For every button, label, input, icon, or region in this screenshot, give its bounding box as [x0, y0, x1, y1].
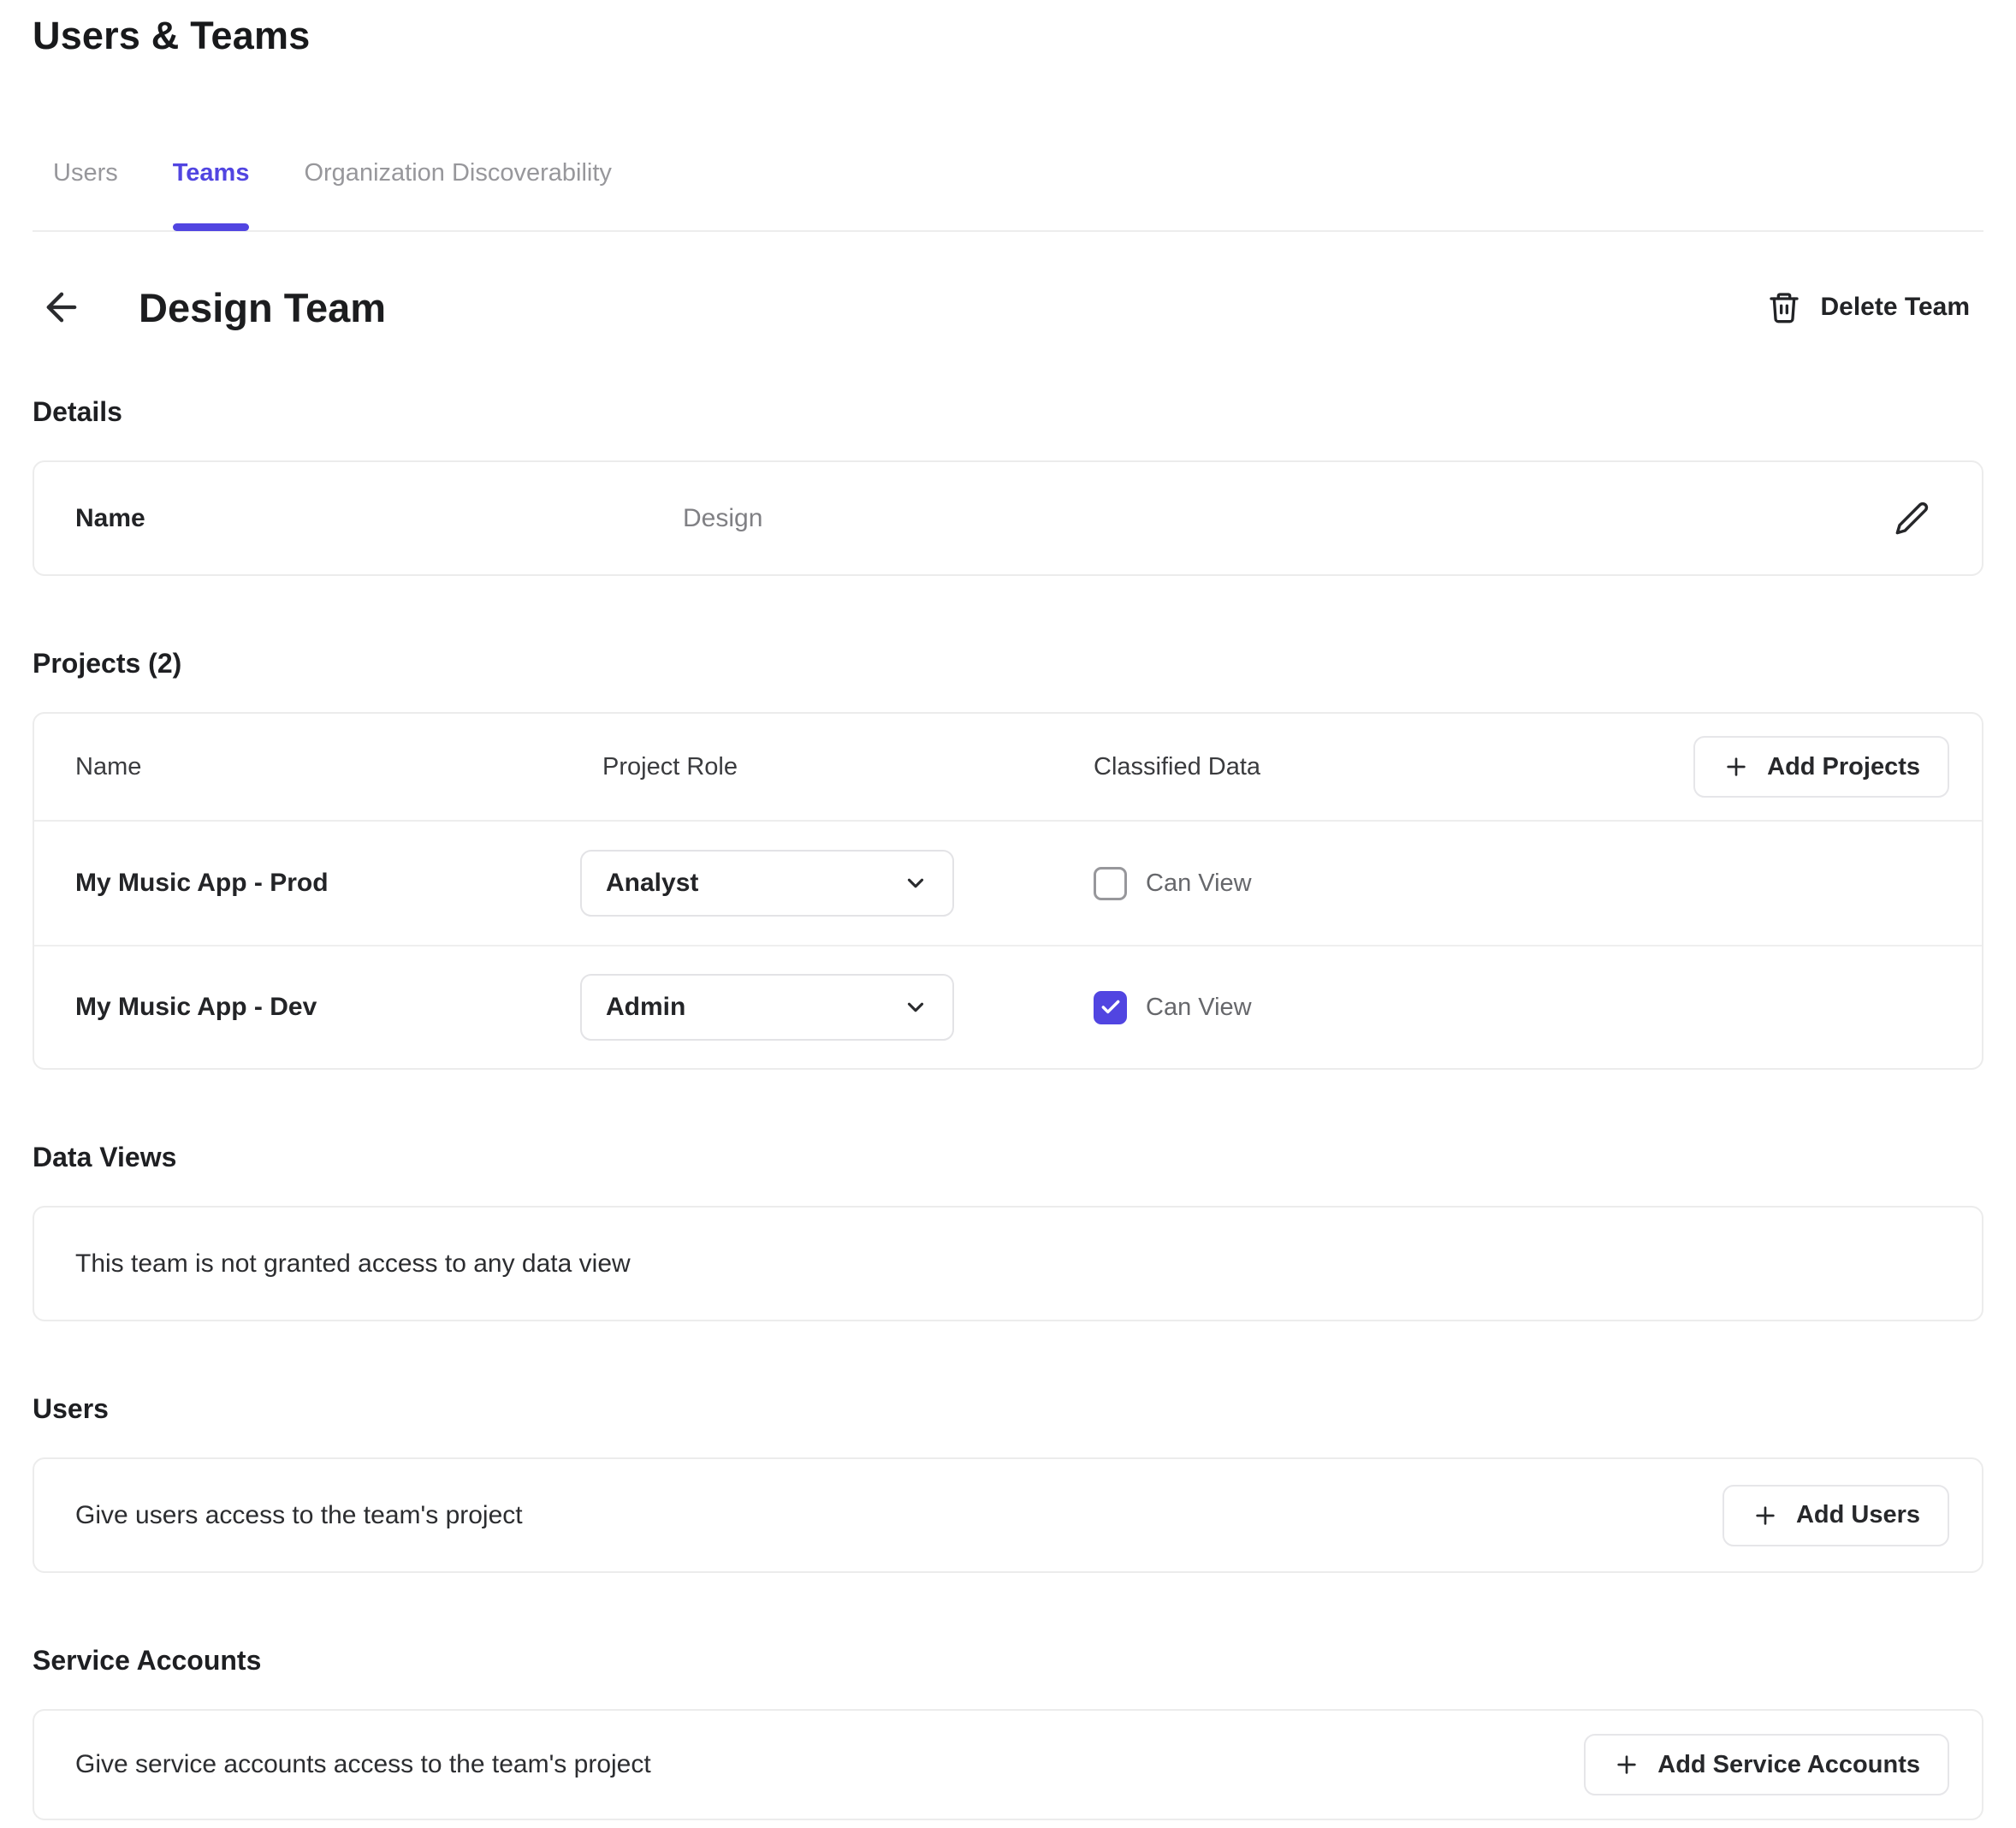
users-description: Give users access to the team's project [75, 1501, 1722, 1530]
delete-team-label: Delete Team [1820, 293, 1970, 322]
service-accounts-heading: Service Accounts [33, 1645, 1983, 1677]
chevron-down-icon [903, 994, 928, 1020]
edit-name-button[interactable] [1888, 495, 1936, 543]
tab-teams[interactable]: Teams [173, 159, 250, 230]
team-title: Design Team [139, 284, 386, 331]
project-role-select[interactable]: Admin [580, 974, 954, 1041]
project-row: My Music App - Prod Analyst Can View [34, 822, 1982, 945]
name-label: Name [75, 504, 683, 533]
team-header: Design Team Delete Team [33, 268, 1983, 347]
service-accounts-description: Give service accounts access to the team… [75, 1750, 1584, 1779]
service-accounts-card: Give service accounts access to the team… [33, 1709, 1983, 1820]
project-name: My Music App - Dev [75, 993, 580, 1022]
users-card: Give users access to the team's project … [33, 1457, 1983, 1573]
plus-icon [1613, 1751, 1640, 1778]
project-role-value: Analyst [606, 869, 903, 898]
can-view-label: Can View [1146, 869, 1252, 898]
can-view-label: Can View [1146, 994, 1252, 1022]
details-card: Name Design [33, 460, 1983, 576]
tab-bar: Users Teams Organization Discoverability [33, 159, 1983, 232]
project-name: My Music App - Prod [75, 869, 580, 898]
chevron-down-icon [903, 870, 928, 896]
add-service-accounts-button[interactable]: Add Service Accounts [1584, 1734, 1949, 1795]
data-views-card: This team is not granted access to any d… [33, 1206, 1983, 1321]
back-button[interactable] [39, 280, 94, 335]
column-header-classified-data: Classified Data [1094, 753, 1693, 781]
project-role-value: Admin [606, 993, 903, 1022]
data-views-empty-text: This team is not granted access to any d… [75, 1249, 1949, 1279]
projects-heading: Projects (2) [33, 648, 1983, 680]
arrow-left-icon [39, 285, 84, 329]
column-header-name: Name [75, 753, 580, 781]
add-service-accounts-label: Add Service Accounts [1657, 1751, 1920, 1779]
add-users-label: Add Users [1796, 1501, 1920, 1529]
projects-table-header: Name Project Role Classified Data Add Pr… [34, 714, 1982, 822]
users-heading: Users [33, 1393, 1983, 1425]
tab-users[interactable]: Users [53, 159, 118, 230]
tab-organization-discoverability[interactable]: Organization Discoverability [304, 159, 611, 230]
projects-table: Name Project Role Classified Data Add Pr… [33, 712, 1983, 1070]
name-value: Design [683, 504, 1888, 533]
project-row: My Music App - Dev Admin Can View [34, 945, 1982, 1068]
details-heading: Details [33, 396, 1983, 428]
users-teams-page: Users & Teams Users Teams Organization D… [0, 14, 2016, 1820]
project-role-select[interactable]: Analyst [580, 850, 954, 917]
add-users-button[interactable]: Add Users [1722, 1485, 1949, 1546]
can-view-checkbox[interactable] [1094, 867, 1127, 900]
page-title: Users & Teams [33, 14, 1983, 58]
check-icon [1100, 996, 1122, 1018]
column-header-project-role: Project Role [580, 753, 1094, 781]
can-view-checkbox[interactable] [1094, 991, 1127, 1024]
plus-icon [1722, 753, 1750, 780]
data-views-heading: Data Views [33, 1142, 1983, 1173]
add-projects-label: Add Projects [1767, 753, 1920, 781]
plus-icon [1752, 1502, 1779, 1529]
add-projects-button[interactable]: Add Projects [1693, 736, 1949, 798]
delete-team-button[interactable]: Delete Team [1767, 290, 1970, 324]
pencil-icon [1894, 501, 1930, 537]
trash-icon [1767, 290, 1801, 324]
